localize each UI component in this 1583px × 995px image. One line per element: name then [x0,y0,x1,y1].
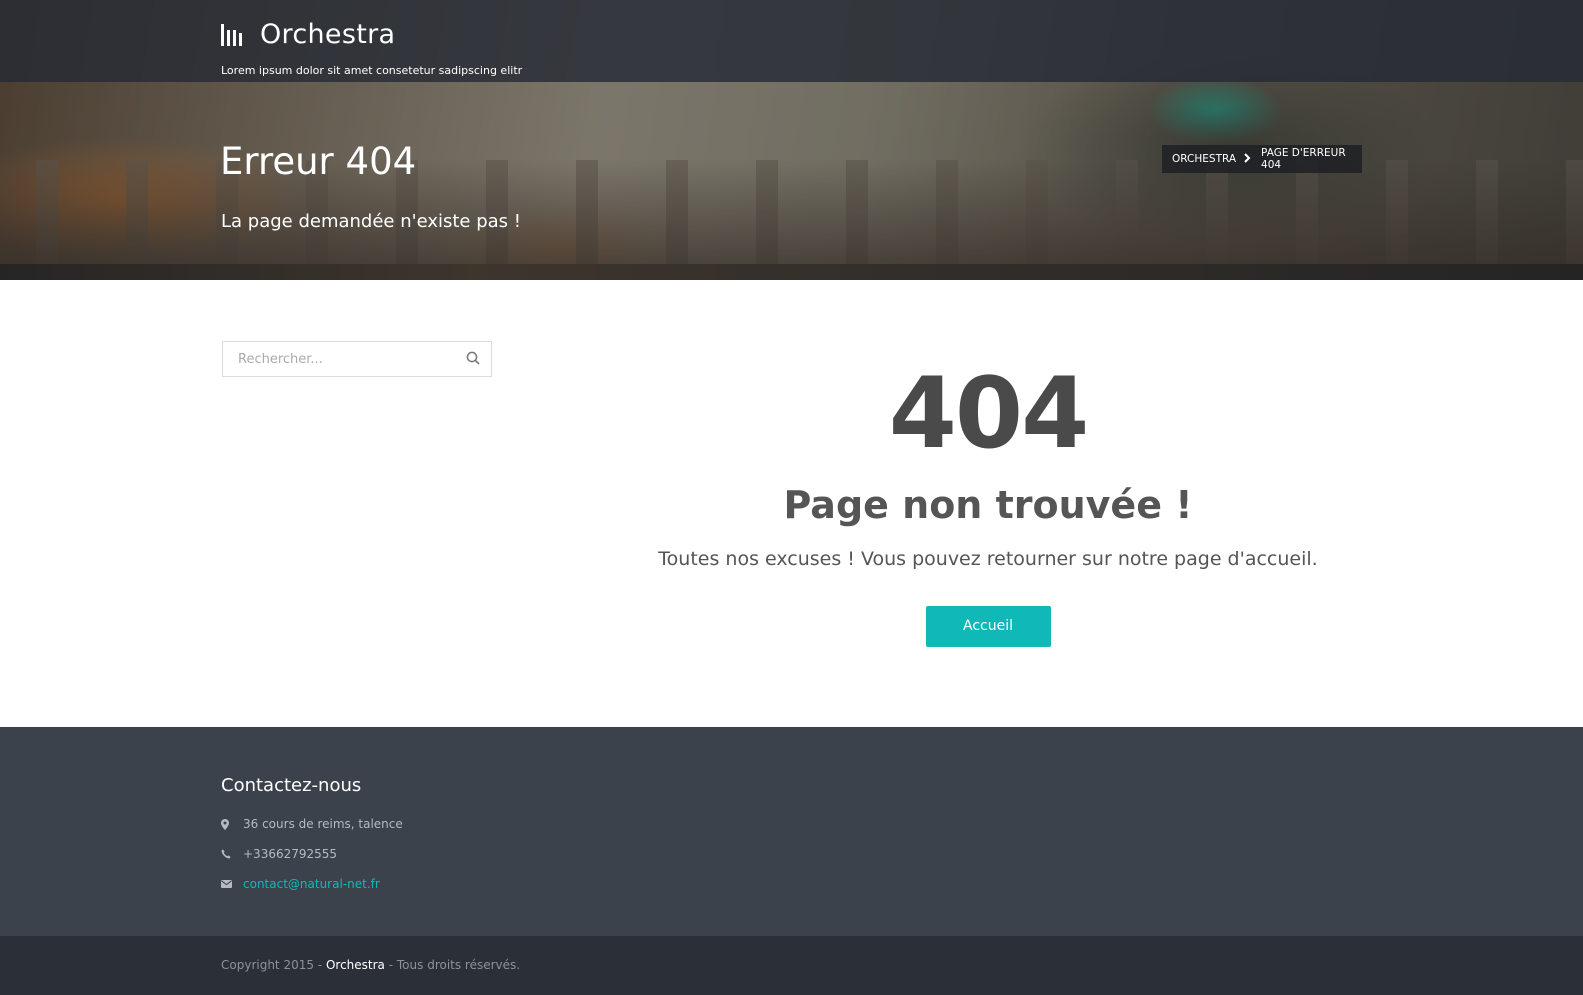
home-button[interactable]: Accueil [925,606,1051,647]
bars-logo-icon [221,24,245,46]
page-title: Erreur 404 [220,140,417,183]
hero-banner: Orchestra Lorem ipsum dolor sit amet con… [0,0,1583,280]
copyright-bar: Copyright 2015 - Orchestra - Tous droits… [0,936,1583,995]
error-content: 404 Page non trouvée ! Toutes nos excuse… [630,360,1346,647]
copyright-brand-link[interactable]: Orchestra [326,958,385,972]
contact-phone-text: +33662792555 [243,847,338,861]
breadcrumb-home-link[interactable]: ORCHESTRA [1172,153,1236,165]
envelope-icon [221,880,243,888]
copyright: Copyright 2015 - Orchestra - Tous droits… [221,958,520,972]
contact-email: contact@natural-net.fr [221,876,380,892]
search-input[interactable] [223,342,455,376]
footer-title: Contactez-nous [221,775,362,796]
search-icon [466,350,480,369]
contact-email-link[interactable]: contact@natural-net.fr [243,877,380,891]
chevron-right-icon [1244,152,1251,166]
breadcrumb: ORCHESTRA PAGE D'ERREUR 404 [1162,145,1362,173]
contact-address-text: 36 cours de reims, talence [243,817,403,831]
top-bar: Orchestra Lorem ipsum dolor sit amet con… [0,0,1583,82]
search-button[interactable] [455,342,491,376]
brand-link[interactable]: Orchestra [221,18,395,52]
phone-icon [221,849,243,859]
footer: Contactez-nous 36 cours de reims, talenc… [0,727,1583,936]
error-title: Page non trouvée ! [783,483,1193,527]
copyright-prefix: Copyright 2015 - [221,958,323,972]
brand-name: Orchestra [260,19,396,50]
copyright-suffix: - Tous droits réservés. [388,958,521,972]
error-code: 404 [888,357,1090,471]
breadcrumb-current: PAGE D'ERREUR 404 [1261,147,1346,171]
brand-tagline: Lorem ipsum dolor sit amet consetetur sa… [221,64,523,77]
page-subtitle: La page demandée n'existe pas ! [221,211,521,232]
contact-address: 36 cours de reims, talence [221,816,403,832]
contact-phone: +33662792555 [221,846,337,862]
search-form [222,341,492,377]
map-marker-icon [221,818,243,830]
error-message: Toutes nos excuses ! Vous pouvez retourn… [658,548,1318,570]
